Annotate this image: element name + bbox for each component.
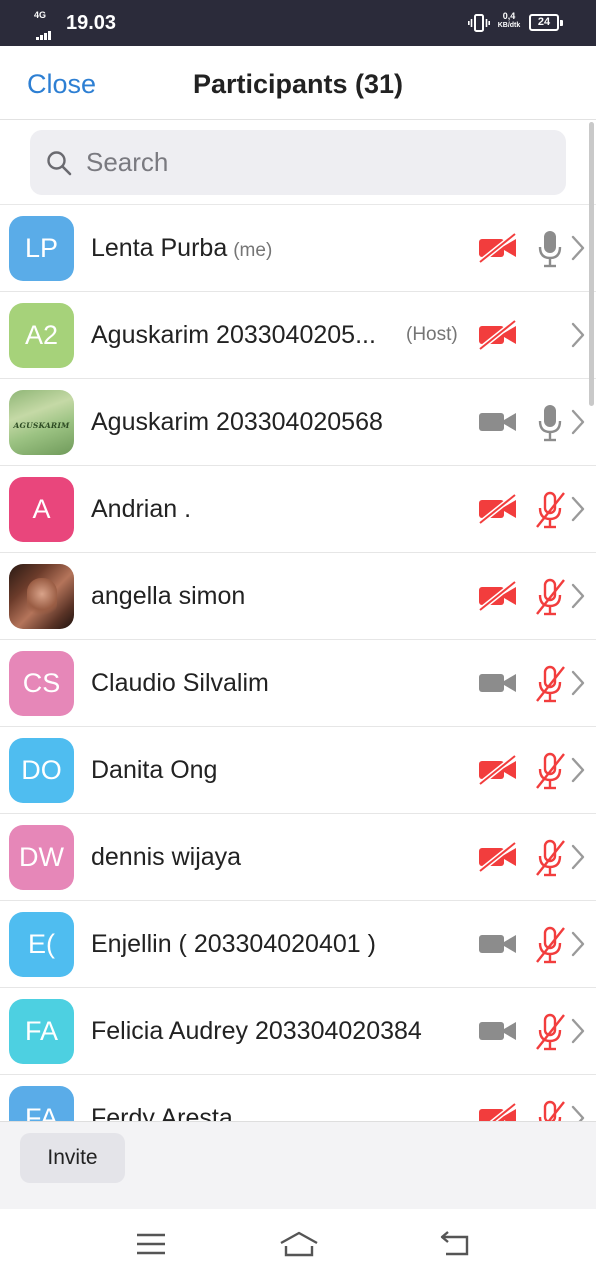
mic-icon <box>538 405 562 442</box>
video-off-icon <box>479 1102 517 1121</box>
mic-muted-icon <box>536 839 565 877</box>
video-off-icon <box>478 493 517 525</box>
avatar: AGUSKARIM <box>9 390 74 455</box>
chevron-right-icon[interactable] <box>568 407 588 437</box>
chevron-right-icon[interactable] <box>568 1103 588 1121</box>
mic-icon <box>538 231 562 268</box>
scrollbar[interactable] <box>589 122 594 406</box>
avatar: A <box>9 477 74 542</box>
chevron-right-icon[interactable] <box>568 233 588 263</box>
chevron-right-icon[interactable] <box>568 320 588 350</box>
video-on-icon <box>479 1022 516 1040</box>
mic-muted-icon <box>536 665 565 703</box>
close-button[interactable]: Close <box>27 68 96 100</box>
back-icon[interactable] <box>438 1229 472 1259</box>
avatar: CS <box>9 651 74 716</box>
chevron-right-icon[interactable] <box>568 494 588 524</box>
participant-row[interactable]: DO Danita Ong <box>0 727 596 814</box>
video-on-icon <box>479 935 516 953</box>
participant-name: Andrian . <box>91 495 192 523</box>
invite-button[interactable]: Invite <box>20 1133 125 1183</box>
participant-row[interactable]: CS Claudio Silvalim <box>0 640 596 727</box>
participant-name: Danita Ong <box>91 756 218 784</box>
participant-name: Aguskarim 203304020568 <box>91 408 383 436</box>
participant-row[interactable]: FA Ferdy Aresta <box>0 1075 596 1121</box>
participant-name: Ferdy Aresta <box>91 1104 233 1121</box>
bottom-bar: Invite <box>0 1121 596 1209</box>
avatar: FA <box>9 1086 74 1121</box>
search-input[interactable] <box>86 142 546 182</box>
video-on-icon <box>479 413 516 431</box>
participant-row[interactable]: A Andrian . <box>0 466 596 553</box>
participant-name: Lenta Purba (me) <box>91 234 273 262</box>
participant-row[interactable]: DW dennis wijaya <box>0 814 596 901</box>
video-off-icon <box>478 319 517 351</box>
network-type: 4G <box>34 10 47 20</box>
chevron-right-icon[interactable] <box>568 842 588 872</box>
host-tag: (Host) <box>406 324 458 345</box>
mic-muted-icon <box>536 752 565 790</box>
clock: 19.03 <box>66 12 117 34</box>
chevron-right-icon[interactable] <box>568 668 588 698</box>
participant-row[interactable]: E( Enjellin ( 203304020401 ) <box>0 901 596 988</box>
status-bar: 4G 19.03 0,4 KB/dtk 24 <box>0 0 596 46</box>
system-nav-bar <box>0 1209 596 1280</box>
battery-icon: 24 <box>529 14 563 31</box>
video-off-icon <box>478 232 517 264</box>
avatar: DO <box>9 738 74 803</box>
search-area <box>0 120 596 205</box>
me-tag: (me) <box>233 240 273 261</box>
avatar-logo-text: AGUSKARIM <box>13 421 70 430</box>
chevron-right-icon[interactable] <box>568 1016 588 1046</box>
chevron-right-icon[interactable] <box>568 755 588 785</box>
mic-muted-icon <box>536 1013 565 1051</box>
video-off-icon <box>478 841 517 873</box>
mic-muted-icon <box>536 578 565 616</box>
avatar: A2 <box>9 303 74 368</box>
participant-name: dennis wijaya <box>91 843 242 871</box>
search-icon <box>47 151 72 176</box>
participant-row[interactable]: FA Felicia Audrey 203304020384 <box>0 988 596 1075</box>
video-off-icon <box>478 754 517 786</box>
home-icon[interactable] <box>278 1229 320 1259</box>
vibrate-icon <box>468 14 490 32</box>
participant-name: Felicia Audrey 203304020384 <box>91 1017 422 1045</box>
avatar: LP <box>9 216 74 281</box>
participant-list[interactable]: LP Lenta Purba (me) A2 Aguskarim 2033040205.… <box>0 205 596 1121</box>
participant-name: Enjellin ( 203304020401 ) <box>91 930 376 958</box>
participant-name: Claudio Silvalim <box>91 669 269 697</box>
menu-icon[interactable] <box>134 1229 168 1259</box>
participant-name: Aguskarim 2033040205... <box>91 321 376 349</box>
avatar <box>9 564 74 629</box>
participant-row[interactable]: angella simon <box>0 553 596 640</box>
chevron-right-icon[interactable] <box>568 581 588 611</box>
participant-row[interactable]: A2 Aguskarim 2033040205... (Host) <box>0 292 596 379</box>
video-off-icon <box>478 580 517 612</box>
chevron-right-icon[interactable] <box>568 929 588 959</box>
avatar: FA <box>9 999 74 1064</box>
video-on-icon <box>479 674 516 692</box>
avatar: DW <box>9 825 74 890</box>
mic-muted-icon <box>538 1100 565 1121</box>
mic-muted-icon <box>536 491 565 529</box>
search-box[interactable] <box>30 130 566 195</box>
mic-muted-icon <box>536 926 565 964</box>
participant-row[interactable]: LP Lenta Purba (me) <box>0 205 596 292</box>
participants-header: Close Participants (31) <box>0 46 596 120</box>
participant-row[interactable]: AGUSKARIM Aguskarim 203304020568 <box>0 379 596 466</box>
signal-icon: 4G <box>34 10 58 40</box>
participant-name: angella simon <box>91 582 246 610</box>
avatar: E( <box>9 912 74 977</box>
network-speed: 0,4 KB/dtk <box>497 11 521 30</box>
